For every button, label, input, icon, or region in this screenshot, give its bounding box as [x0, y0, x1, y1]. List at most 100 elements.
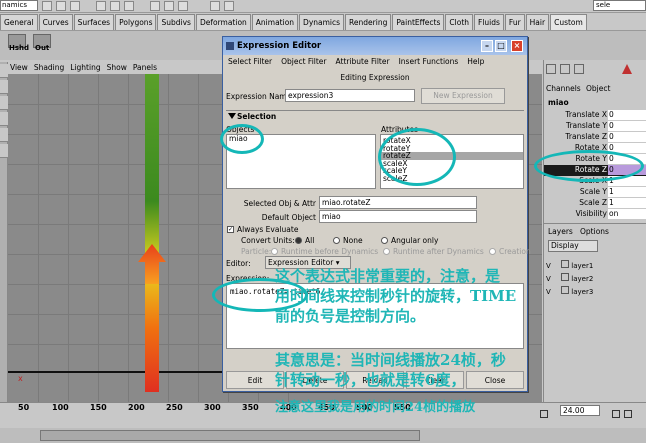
- menu-insert-functions[interactable]: Insert Functions: [399, 57, 459, 69]
- timeline-tick: 150: [90, 403, 107, 412]
- particle-creation-radio[interactable]: [489, 248, 496, 255]
- window-titlebar[interactable]: Expression Editor – □ ×: [223, 37, 527, 55]
- quick-select-field[interactable]: sele: [593, 0, 646, 11]
- viewport-menu-panels[interactable]: Panels: [133, 62, 157, 74]
- channel-icon[interactable]: [546, 64, 556, 74]
- tab-custom[interactable]: Custom: [550, 14, 587, 30]
- tool-settings-icon[interactable]: [574, 64, 584, 74]
- new-scene-icon[interactable]: [42, 1, 52, 11]
- channels-menu[interactable]: Channels: [546, 84, 581, 93]
- layer-row[interactable]: V layer3: [546, 286, 646, 298]
- shelf-label-hshd: Hshd: [9, 44, 30, 52]
- particle-after-radio[interactable]: [383, 248, 390, 255]
- timeline-tick: 350: [242, 403, 259, 412]
- layer-row[interactable]: V layer1: [546, 260, 646, 272]
- timeline-tick: 200: [128, 403, 145, 412]
- layers-options-menu[interactable]: Options: [580, 227, 609, 236]
- layer-row[interactable]: V layer2: [546, 273, 646, 285]
- select-mode-icon[interactable]: [96, 1, 106, 11]
- range-slider[interactable]: [40, 430, 420, 441]
- snap-grid-icon[interactable]: [150, 1, 160, 11]
- object-menu[interactable]: Object: [586, 84, 610, 93]
- app-icon: [226, 42, 234, 50]
- layer-color-swatch[interactable]: [561, 260, 570, 268]
- render-icon[interactable]: [210, 1, 220, 11]
- default-object-field[interactable]: miao: [319, 210, 477, 223]
- menu-help[interactable]: Help: [467, 57, 484, 69]
- layer-color-swatch[interactable]: [561, 273, 570, 281]
- selected-obj-attr-field[interactable]: miao.rotateZ: [319, 196, 477, 209]
- attribute-icon[interactable]: [560, 64, 570, 74]
- tab-dynamics[interactable]: Dynamics: [299, 14, 345, 30]
- tab-rendering[interactable]: Rendering: [345, 14, 392, 30]
- channel-row[interactable]: Translate Z0: [544, 132, 646, 143]
- channel-row[interactable]: Scale Y1: [544, 187, 646, 198]
- channel-row[interactable]: Translate Y0: [544, 121, 646, 132]
- snap-point-icon[interactable]: [178, 1, 188, 11]
- minimize-icon[interactable]: –: [481, 40, 493, 52]
- forward-icon[interactable]: [624, 410, 632, 418]
- expression-name-field[interactable]: expression3: [285, 89, 415, 102]
- second-hand-tip[interactable]: [138, 244, 166, 284]
- viewport-menu-shading[interactable]: Shading: [34, 62, 64, 74]
- convert-units-all-radio[interactable]: [295, 237, 302, 244]
- select-tool-icon[interactable]: [0, 64, 8, 78]
- tab-animation[interactable]: Animation: [251, 14, 299, 30]
- scale-tool-icon[interactable]: [0, 128, 8, 142]
- annotation-text-line: 这个表达式非常重要的，注意，是: [275, 267, 501, 285]
- move-tool-icon[interactable]: [0, 96, 8, 110]
- layers-menu[interactable]: Layers: [548, 227, 573, 236]
- expression-name-label: Expression Name: [226, 92, 292, 101]
- manipulator-tool-icon[interactable]: [0, 144, 8, 158]
- tab-cloth[interactable]: Cloth: [445, 14, 474, 30]
- channel-row[interactable]: Translate X0: [544, 110, 646, 121]
- viewport-menu-show[interactable]: Show: [107, 62, 127, 74]
- object-mode-icon[interactable]: [124, 1, 134, 11]
- rotate-tool-icon[interactable]: [0, 112, 8, 126]
- annotation-text-line: 用时间线来控制秒针的旋转，TIME: [275, 287, 517, 305]
- layer-color-swatch[interactable]: [561, 286, 570, 294]
- tab-subdivs[interactable]: Subdivs: [157, 14, 195, 30]
- menu-select-filter[interactable]: Select Filter: [228, 57, 272, 69]
- menu-object-filter[interactable]: Object Filter: [281, 57, 326, 69]
- tab-fur[interactable]: Fur: [504, 14, 525, 30]
- lasso-tool-icon[interactable]: [0, 80, 8, 94]
- tab-curves[interactable]: Curves: [38, 14, 73, 30]
- snap-curve-icon[interactable]: [164, 1, 174, 11]
- tab-hair[interactable]: Hair: [525, 14, 550, 30]
- tab-painteffects[interactable]: PaintEffects: [392, 14, 445, 30]
- tab-fluids[interactable]: Fluids: [474, 14, 504, 30]
- menu-set-dropdown[interactable]: namics: [0, 0, 38, 11]
- save-scene-icon[interactable]: [70, 1, 80, 11]
- ipr-render-icon[interactable]: [224, 1, 234, 11]
- layer-display-dropdown[interactable]: Display: [548, 240, 598, 252]
- tab-general[interactable]: General: [0, 14, 38, 30]
- tab-polygons[interactable]: Polygons: [115, 14, 157, 30]
- tab-deformation[interactable]: Deformation: [195, 14, 251, 30]
- channel-row[interactable]: Scale Z1: [544, 198, 646, 209]
- menu-attribute-filter[interactable]: Attribute Filter: [336, 57, 390, 69]
- timeline-tick: 50: [18, 403, 30, 412]
- close-button[interactable]: Close: [466, 371, 524, 389]
- convert-units-none-radio[interactable]: [333, 237, 340, 244]
- viewport-menu-view[interactable]: View: [10, 62, 28, 74]
- second-hand-object[interactable]: [145, 74, 159, 392]
- collapse-arrow-icon[interactable]: [228, 113, 236, 119]
- hierarchy-mode-icon[interactable]: [110, 1, 120, 11]
- annotation-text-line: 前的负号是控制方向。: [275, 307, 426, 325]
- warning-icon: [622, 64, 632, 74]
- close-icon[interactable]: ×: [511, 40, 523, 52]
- open-scene-icon[interactable]: [56, 1, 66, 11]
- annotation-text-line: 其意思是：当时间线播放24桢，秒: [275, 351, 506, 369]
- shelf-tabs: General Curves Surfaces Polygons Subdivs…: [0, 14, 587, 30]
- viewport-menu-lighting[interactable]: Lighting: [70, 62, 100, 74]
- tab-surfaces[interactable]: Surfaces: [73, 14, 115, 30]
- convert-units-angular-radio[interactable]: [381, 237, 388, 244]
- editor-label: Editor:: [226, 259, 251, 268]
- channel-row[interactable]: Visibility on: [544, 209, 646, 220]
- convert-units-label: Convert Units:: [241, 236, 295, 245]
- always-evaluate-checkbox[interactable]: ✓: [227, 226, 234, 233]
- particle-before-radio[interactable]: [271, 248, 278, 255]
- maximize-icon[interactable]: □: [495, 40, 507, 52]
- new-expression-button[interactable]: New Expression: [421, 88, 505, 104]
